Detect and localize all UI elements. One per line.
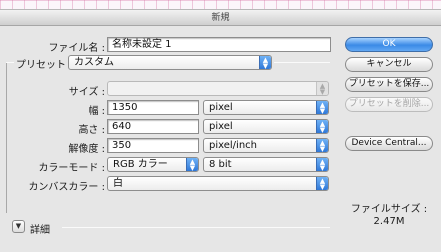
save-preset-button[interactable]: プリセットを保存... [345,77,433,92]
width-input[interactable]: 1350 [107,100,199,115]
color-mode-value: RGB カラー [113,159,168,170]
bit-depth-value: 8 bit [209,159,232,170]
popup-arrows-icon: ▲ ▼ [316,82,328,95]
filename-label: ファイル名 : [48,43,105,54]
file-size-label: ファイルサイズ : [350,204,428,215]
device-central-button[interactable]: Device Central... [345,136,433,151]
bit-depth-select[interactable]: 8 bit ▲ ▼ [203,157,329,172]
file-size-value: 2.47M [373,216,405,227]
resolution-unit-value: pixel/inch [209,140,257,151]
filename-input[interactable]: 名称未設定 1 [107,37,331,52]
color-mode-label: カラーモード : [38,163,105,174]
popup-arrows-icon: ▲ ▼ [316,139,328,152]
preset-group-line-left [6,62,14,63]
triangle-down-icon: ▼ [15,222,22,230]
height-label: 高さ : [78,125,105,136]
preset-group-line-right [274,62,330,63]
advanced-divider [62,227,330,228]
preset-select[interactable]: カスタム ▲ ▼ [68,55,272,70]
height-input[interactable]: 640 [107,119,199,134]
delete-preset-button[interactable]: プリセットを削除... [345,97,433,112]
popup-arrows-icon: ▲ ▼ [316,177,328,190]
preset-value: カスタム [74,57,114,68]
size-label: サイズ : [68,87,105,98]
resolution-input[interactable]: 350 [107,138,199,153]
canvas-color-value: 白 [113,178,123,189]
popup-arrows-icon: ▲ ▼ [316,120,328,133]
dialog-title: 新規 [0,10,441,26]
height-unit-select[interactable]: pixel ▲ ▼ [203,119,329,134]
popup-arrows-icon: ▲ ▼ [316,158,328,171]
popup-arrows-icon: ▲ ▼ [186,158,198,171]
canvas-color-select[interactable]: 白 ▲ ▼ [107,176,329,191]
height-unit-value: pixel [209,121,233,132]
preset-label: プリセット : [16,60,73,71]
new-document-dialog: 新規 ファイル名 : 名称未設定 1 プリセット : カスタム ▲ ▼ サイズ :… [0,9,441,252]
ok-button[interactable]: OK [345,37,433,52]
width-label: 幅 : [88,106,105,117]
advanced-label: 詳細 [30,225,50,236]
cancel-button[interactable]: キャンセル [345,57,433,72]
color-mode-select[interactable]: RGB カラー ▲ ▼ [107,157,199,172]
advanced-disclosure-toggle[interactable]: ▼ [12,220,25,233]
width-unit-value: pixel [209,102,233,113]
resolution-label: 解像度 : [68,144,105,155]
resolution-unit-select[interactable]: pixel/inch ▲ ▼ [203,138,329,153]
size-select[interactable]: ▲ ▼ [107,81,329,96]
popup-arrows-icon: ▲ ▼ [259,56,271,69]
popup-arrows-icon: ▲ ▼ [316,101,328,114]
canvas-color-label: カンバスカラー : [28,182,105,193]
preset-group-border [6,63,7,213]
width-unit-select[interactable]: pixel ▲ ▼ [203,100,329,115]
